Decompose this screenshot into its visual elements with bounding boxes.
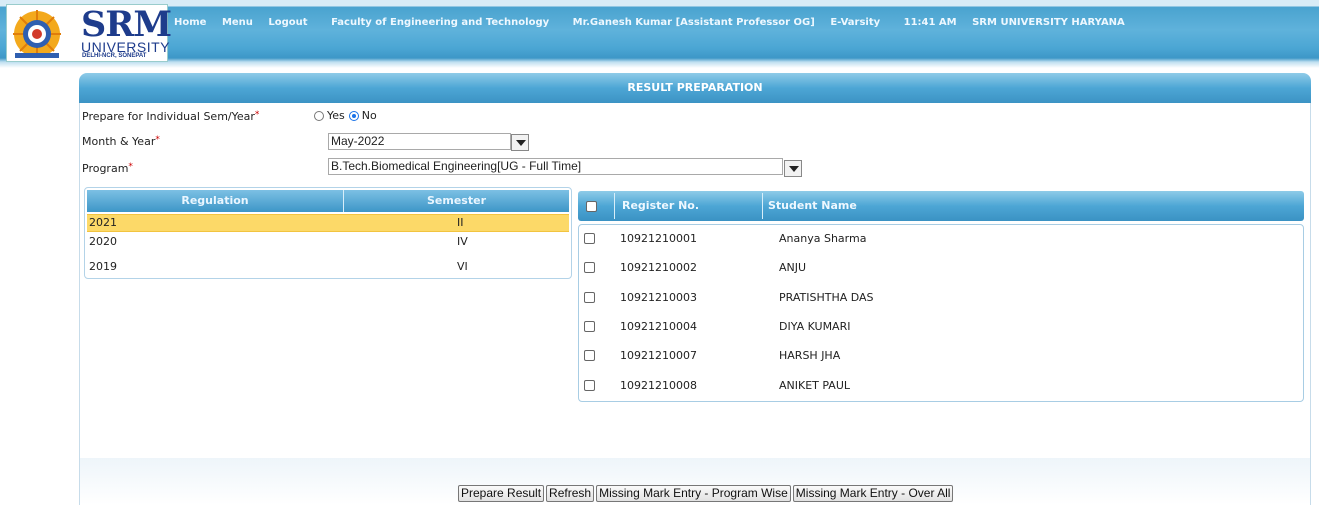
university-name: SRM UNIVERSITY HARYANA <box>972 17 1125 28</box>
student-name-cell: DIYA KUMARI <box>779 320 851 333</box>
student-table: 10921210001 Ananya Sharma 10921210002 AN… <box>578 224 1304 402</box>
required-marker: * <box>254 110 260 120</box>
register-no-cell: 10921210003 <box>620 291 697 304</box>
register-no-cell: 10921210004 <box>620 320 697 333</box>
university-logo: SRM UNIVERSITY DELHI-NCR, SONEPAT <box>6 4 172 62</box>
top-navigation: Home Menu Logout Faculty of Engineering … <box>174 17 1137 28</box>
individual-sem-radio-group: Yes No <box>314 109 377 122</box>
no-radio-label: No <box>361 109 377 122</box>
yes-radio-label: Yes <box>327 109 345 122</box>
faculty-name: Faculty of Engineering and Technology <box>331 17 550 28</box>
header-divider <box>614 193 615 219</box>
row-checkbox[interactable] <box>584 350 595 361</box>
regulation-cell: 2021 <box>89 216 117 229</box>
register-no-cell: 10921210007 <box>620 349 697 362</box>
student-name-column-header[interactable]: Student Name <box>768 191 857 221</box>
prepare-result-button[interactable]: Prepare Result <box>458 485 545 502</box>
regulation-table-header: Regulation Semester <box>87 190 569 212</box>
table-row[interactable]: 10921210008 ANIKET PAUL <box>579 376 1303 396</box>
clock-time: 11:41 AM <box>903 17 957 28</box>
row-checkbox[interactable] <box>584 321 595 332</box>
logo-sub-text: UNIVERSITY <box>81 39 171 55</box>
user-name: Mr.Ganesh Kumar [Assistant Professor OG] <box>572 17 815 28</box>
missing-mark-over-all-button[interactable]: Missing Mark Entry - Over All <box>792 485 954 502</box>
row-checkbox[interactable] <box>584 233 595 244</box>
table-row[interactable]: 10921210002 ANJU <box>579 258 1303 278</box>
individual-sem-label-text: Prepare for Individual Sem/Year <box>82 110 255 123</box>
action-button-row: Prepare Result Refresh Missing Mark Entr… <box>458 485 955 502</box>
portal-name: E-Varsity <box>830 17 881 28</box>
student-name-cell: Ananya Sharma <box>779 232 867 245</box>
header-divider <box>762 193 763 219</box>
table-row[interactable]: 10921210004 DIYA KUMARI <box>579 317 1303 337</box>
chevron-down-icon[interactable] <box>511 134 529 151</box>
nav-logout-link[interactable]: Logout <box>268 17 307 28</box>
semester-cell: IV <box>457 235 468 248</box>
month-year-label-text: Month & Year <box>82 135 156 148</box>
table-row[interactable]: 2021 II <box>87 214 569 232</box>
yes-radio[interactable] <box>314 110 324 121</box>
table-row[interactable]: 10921210001 Ananya Sharma <box>579 229 1303 249</box>
program-label: Program* <box>82 162 133 175</box>
row-checkbox[interactable] <box>584 262 595 273</box>
nav-home-link[interactable]: Home <box>174 17 206 28</box>
nav-menu-link[interactable]: Menu <box>222 17 253 28</box>
university-seal-icon <box>13 10 61 58</box>
semester-cell: II <box>457 216 464 229</box>
no-radio[interactable] <box>348 110 359 121</box>
required-marker: * <box>128 162 133 172</box>
register-no-column-header[interactable]: Register No. <box>622 191 699 221</box>
program-label-text: Program <box>82 162 129 175</box>
chevron-down-icon[interactable] <box>784 160 802 177</box>
table-row[interactable]: 2020 IV <box>87 234 569 250</box>
student-table-header: Register No. Student Name <box>578 191 1304 221</box>
student-name-cell: PRATISHTHA DAS <box>779 291 874 304</box>
register-no-cell: 10921210002 <box>620 261 697 274</box>
student-name-cell: HARSH JHA <box>779 349 841 362</box>
select-all-checkbox[interactable] <box>586 201 597 212</box>
refresh-button[interactable]: Refresh <box>546 485 595 502</box>
semester-column-header[interactable]: Semester <box>344 190 569 212</box>
student-name-cell: ANJU <box>779 261 807 274</box>
regulation-column-header[interactable]: Regulation <box>87 190 343 212</box>
student-name-cell: ANIKET PAUL <box>779 379 851 392</box>
row-checkbox[interactable] <box>584 380 595 391</box>
table-row[interactable]: 10921210003 PRATISHTHA DAS <box>579 288 1303 308</box>
missing-mark-program-wise-button[interactable]: Missing Mark Entry - Program Wise <box>596 485 791 502</box>
table-row[interactable]: 2019 VI <box>87 259 569 275</box>
regulation-cell: 2019 <box>89 260 117 273</box>
logo-campus-text: DELHI-NCR, SONEPAT <box>82 53 147 59</box>
register-no-cell: 10921210008 <box>620 379 697 392</box>
program-select[interactable]: B.Tech.Biomedical Engineering[UG - Full … <box>328 158 783 175</box>
row-checkbox[interactable] <box>584 292 595 303</box>
month-year-select[interactable]: May-2022 <box>328 133 511 150</box>
panel-title: RESULT PREPARATION <box>79 73 1311 103</box>
regulation-table: Regulation Semester 2021 II 2020 IV 2019… <box>84 187 572 279</box>
top-banner: SRM UNIVERSITY DELHI-NCR, SONEPAT Home M… <box>0 0 1319 68</box>
register-no-cell: 10921210001 <box>620 232 697 245</box>
individual-sem-label: Prepare for Individual Sem/Year* <box>82 110 259 123</box>
semester-cell: VI <box>457 260 468 273</box>
required-marker: * <box>155 135 160 145</box>
table-row[interactable]: 10921210007 HARSH JHA <box>579 346 1303 366</box>
month-year-label: Month & Year* <box>82 135 160 148</box>
regulation-cell: 2020 <box>89 235 117 248</box>
